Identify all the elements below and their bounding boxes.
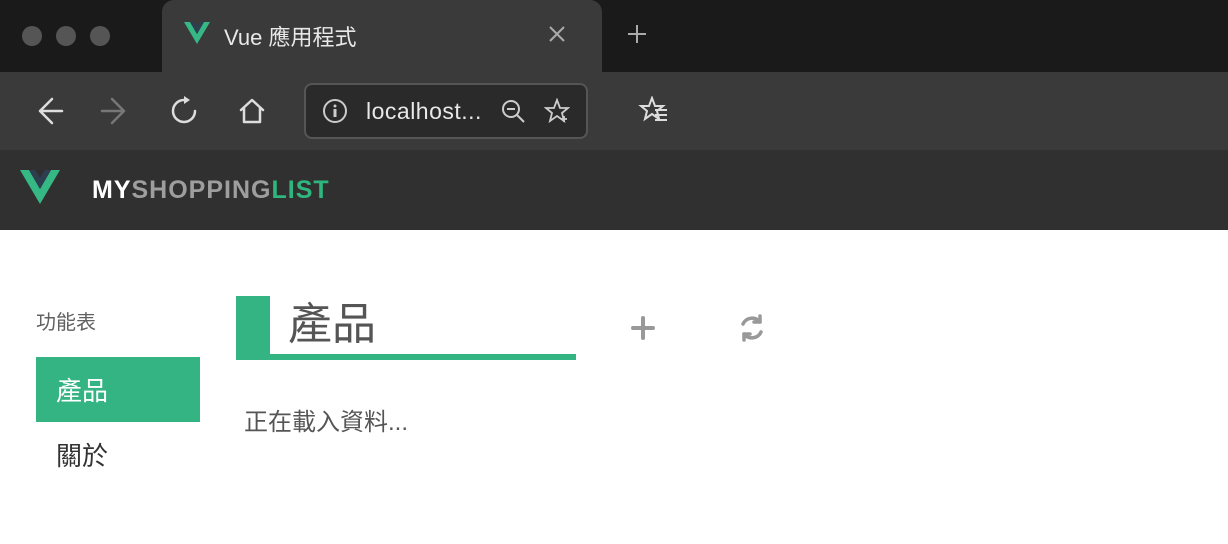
page-title-text: 產品 (270, 296, 576, 354)
sidebar-item-products[interactable]: 產品 (36, 357, 200, 422)
browser-tab[interactable]: Vue 應用程式 (162, 0, 602, 72)
content: 產品 正在載入資料... (200, 230, 1228, 487)
address-bar[interactable]: localhost... (306, 85, 586, 137)
vue-favicon-icon (184, 22, 210, 51)
title-accent (236, 296, 270, 354)
browser-chrome: Vue 應用程式 localhost... (0, 0, 1228, 150)
brand-shopping: SHOPPING (132, 176, 272, 204)
sidebar-title: 功能表 (36, 306, 200, 335)
sidebar-item-about[interactable]: 關於 (36, 422, 200, 487)
app-header: MYSHOPPINGLIST (0, 150, 1228, 230)
window-minimize-dot[interactable] (56, 26, 76, 46)
page-title-row: 產品 (236, 296, 1228, 360)
tab-close-icon[interactable] (540, 19, 574, 53)
vue-logo-icon (20, 170, 60, 211)
forward-button[interactable] (86, 81, 146, 141)
tab-title: Vue 應用程式 (224, 20, 540, 52)
browser-toolbar: localhost... (0, 72, 1228, 150)
back-button[interactable] (18, 81, 78, 141)
main-area: 功能表 產品 關於 產品 正在載入資料... (0, 230, 1228, 487)
loading-text: 正在載入資料... (244, 402, 1228, 437)
address-text: localhost... (366, 98, 482, 125)
brand-my: MY (92, 176, 132, 204)
sidebar: 功能表 產品 關於 (0, 230, 200, 487)
collections-button[interactable] (622, 81, 682, 141)
add-button[interactable] (622, 296, 664, 360)
info-icon[interactable] (322, 98, 348, 124)
tab-bar: Vue 應用程式 (0, 0, 1228, 72)
page-title: 產品 (236, 296, 576, 360)
window-close-dot[interactable] (22, 26, 42, 46)
favorite-add-icon[interactable] (544, 98, 570, 124)
zoom-out-icon[interactable] (500, 98, 526, 124)
refresh-icon[interactable] (730, 296, 774, 360)
new-tab-button[interactable] (602, 20, 672, 52)
brand: MYSHOPPINGLIST (92, 176, 330, 205)
window-maximize-dot[interactable] (90, 26, 110, 46)
home-button[interactable] (222, 81, 282, 141)
refresh-button[interactable] (154, 81, 214, 141)
brand-list: LIST (271, 176, 329, 204)
window-controls (0, 26, 132, 46)
